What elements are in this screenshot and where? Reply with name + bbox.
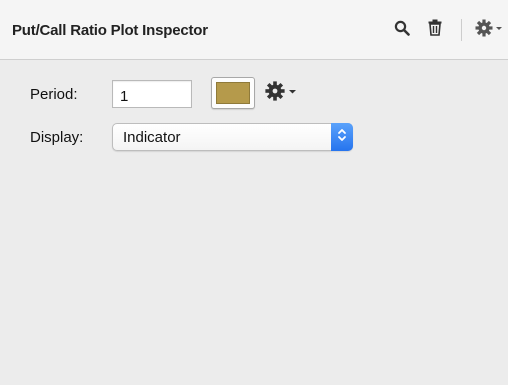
search-icon	[394, 20, 410, 41]
gear-menu-button[interactable]	[472, 18, 508, 42]
header-separator	[461, 19, 462, 41]
search-button[interactable]	[390, 18, 414, 42]
inspector-header: Put/Call Ratio Plot Inspector	[0, 0, 508, 60]
trash-icon	[427, 19, 443, 41]
period-input[interactable]	[112, 80, 192, 108]
delete-button[interactable]	[423, 18, 447, 42]
period-label: Period:	[30, 86, 78, 103]
display-label: Display:	[30, 129, 84, 146]
plot-options-gear-button[interactable]	[264, 80, 304, 106]
display-select[interactable]: Indicator	[112, 123, 353, 151]
select-stepper-arrows	[331, 123, 353, 151]
color-swatch	[216, 82, 250, 104]
display-select-value: Indicator	[123, 129, 181, 146]
inspector-panel: Put/Call Ratio Plot Inspector Period: 1 …	[0, 0, 508, 385]
gear-icon	[264, 80, 304, 107]
color-well[interactable]	[211, 77, 255, 109]
inspector-title: Put/Call Ratio Plot Inspector	[12, 22, 208, 39]
gear-icon	[475, 19, 505, 42]
chevron-updown-icon	[337, 127, 347, 148]
